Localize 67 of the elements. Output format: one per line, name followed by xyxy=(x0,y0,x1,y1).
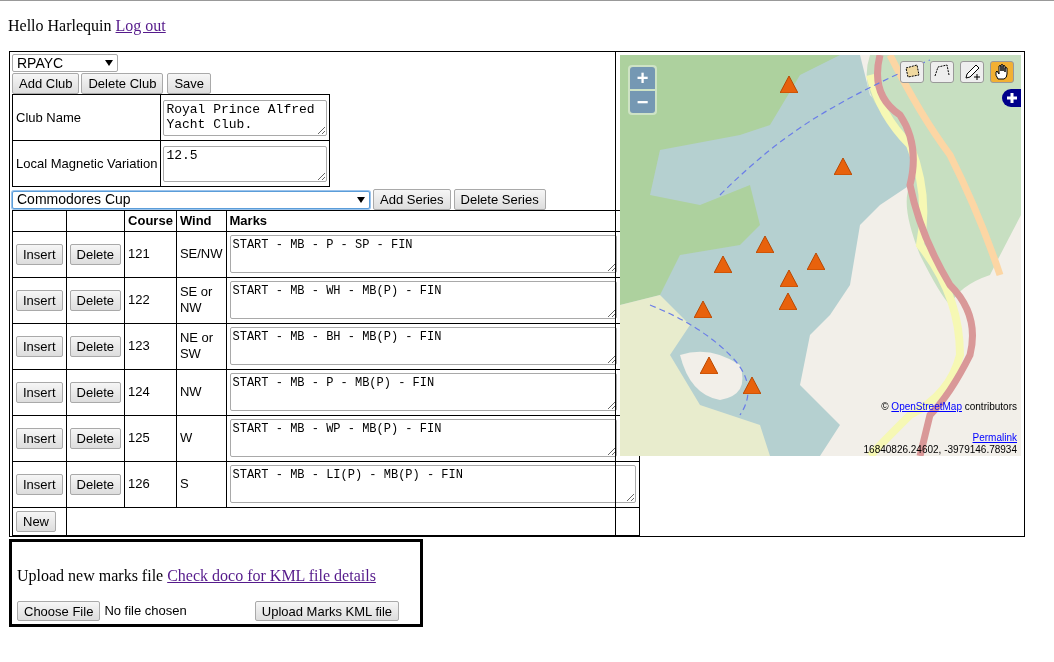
new-button[interactable]: New xyxy=(16,510,56,532)
marker-icon xyxy=(780,76,798,93)
pencil-icon xyxy=(962,62,982,82)
greeting-text: Hello Harlequin xyxy=(8,16,112,36)
marker-icon xyxy=(743,377,761,394)
wind-direction: NE or SW xyxy=(179,330,214,361)
kml-details-link[interactable]: Check doco for KML file details xyxy=(167,564,376,588)
marker-icon xyxy=(780,270,798,287)
wind-direction: W xyxy=(179,430,193,445)
marks-field[interactable]: START - MB - LI(P) - MB(P) - FIN xyxy=(229,464,636,503)
column-header: Wind xyxy=(179,213,212,228)
logout-link[interactable]: Log out xyxy=(115,16,166,36)
delete-button[interactable]: Delete xyxy=(69,473,122,495)
course-number: 121 xyxy=(128,246,150,262)
delete-button[interactable]: Delete xyxy=(69,427,122,449)
column-header: Course xyxy=(128,213,173,228)
insert-button[interactable]: Insert xyxy=(16,243,63,265)
upload-label: Upload new marks file xyxy=(17,566,164,587)
wind-direction: SE/NW xyxy=(179,246,223,261)
marks-field[interactable]: START - MB - P - SP - FIN xyxy=(229,234,617,273)
delete-button[interactable]: Delete xyxy=(69,335,122,357)
field-label: Club Name xyxy=(16,109,82,125)
magnetic-variation-field[interactable]: 12.5 xyxy=(163,145,328,182)
course-number: 125 xyxy=(128,430,150,446)
course-number: 124 xyxy=(128,384,150,400)
course-number: 123 xyxy=(128,338,150,354)
delete-button[interactable]: Delete xyxy=(69,243,122,265)
insert-button[interactable]: Insert xyxy=(16,335,63,357)
choose-file-button[interactable]: Choose File xyxy=(17,601,101,621)
marker-icon xyxy=(779,293,797,310)
wind-direction: S xyxy=(179,476,189,491)
marker-icon xyxy=(756,236,774,253)
insert-button[interactable]: Insert xyxy=(16,427,63,449)
course-number: 122 xyxy=(128,292,150,308)
delete-button[interactable]: Delete xyxy=(69,381,122,403)
marker-icon xyxy=(714,256,732,273)
wind-direction: NW xyxy=(179,384,202,399)
marker-icon xyxy=(694,301,712,318)
wind-direction: SE or NW xyxy=(179,284,213,315)
upload-kml-button[interactable]: Upload Marks KML file xyxy=(254,601,400,621)
club-name-field[interactable]: Royal Prince Alfred Yacht Club. xyxy=(163,99,328,136)
dropdown-arrow-icon xyxy=(357,196,365,203)
course-number: 126 xyxy=(128,476,150,492)
insert-button[interactable]: Insert xyxy=(16,473,63,495)
add-series-button[interactable]: Add Series xyxy=(373,189,451,210)
insert-button[interactable]: Insert xyxy=(16,381,63,403)
marks-field[interactable]: START - MB - WP - MB(P) - FIN xyxy=(229,418,617,457)
file-status: No file chosen xyxy=(104,602,187,621)
add-club-button[interactable]: Add Club xyxy=(12,73,80,94)
map-coordinates: 16840826.24602, -3979146.78934 xyxy=(863,444,1017,456)
dropdown-arrow-icon xyxy=(105,60,113,66)
insert-button[interactable]: Insert xyxy=(16,289,63,311)
series-select[interactable]: Commodores Cup xyxy=(12,190,370,209)
club-select[interactable]: RPAYC xyxy=(12,54,118,72)
save-button[interactable]: Save xyxy=(167,73,212,94)
column-header: Marks xyxy=(229,213,268,228)
marks-field[interactable]: START - MB - BH - MB(P) - FIN xyxy=(229,326,617,365)
marks-field[interactable]: START - MB - P - MB(P) - FIN xyxy=(229,372,617,411)
marker-icon xyxy=(700,357,718,374)
delete-series-button[interactable]: Delete Series xyxy=(453,189,546,210)
marker-icon xyxy=(807,253,825,270)
marks-field[interactable]: START - MB - WH - MB(P) - FIN xyxy=(229,280,617,319)
map-attribution: © OpenStreetMap contributors xyxy=(881,400,1017,414)
delete-button[interactable]: Delete xyxy=(69,289,122,311)
field-label: Local Magnetic Variation xyxy=(16,155,158,171)
delete-club-button[interactable]: Delete Club xyxy=(81,73,164,94)
marker-icon xyxy=(834,158,852,175)
